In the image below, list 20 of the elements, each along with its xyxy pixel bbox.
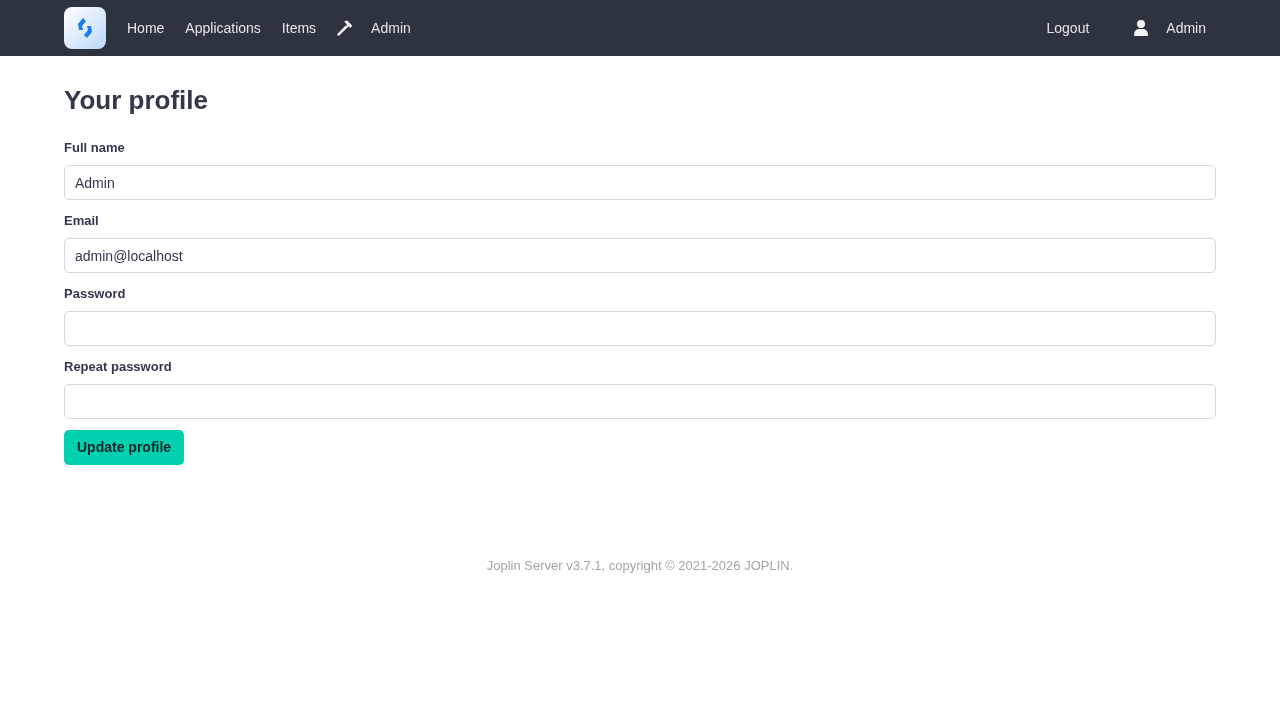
nav-link[interactable]: Admin [1134, 18, 1206, 38]
field-label: Full name [64, 139, 126, 157]
nav-link[interactable]: Logout [1046, 18, 1090, 38]
footer-text: Joplin Server v3.7.1, copyright © 2021-2026 JOPLIN. [485, 557, 795, 575]
page-heading: Your profile [64, 84, 209, 116]
field-label: Email [64, 212, 100, 230]
input-field[interactable]: admin@localhost [64, 238, 1216, 273]
hammer-icon [337, 20, 354, 36]
nav-link[interactable]: Items [281, 18, 317, 38]
user-icon [1134, 20, 1149, 36]
nav-link[interactable]: Applications [185, 18, 261, 38]
input-field[interactable] [64, 384, 1216, 419]
logo-icon[interactable] [64, 7, 106, 49]
field-label: Repeat password [64, 358, 173, 376]
field-label: Password [64, 285, 127, 303]
input-field[interactable]: Admin [64, 165, 1216, 200]
input-field[interactable] [64, 311, 1216, 346]
nav-link[interactable]: Home [127, 18, 165, 38]
submit-button[interactable]: Update profile [64, 430, 185, 465]
nav-link[interactable]: Admin [337, 18, 411, 38]
